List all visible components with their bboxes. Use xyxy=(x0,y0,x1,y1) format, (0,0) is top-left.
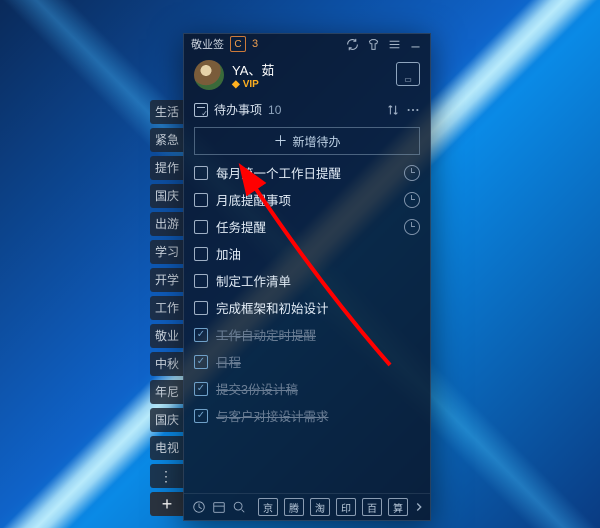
add-todo-label: 新增待办 xyxy=(292,133,340,150)
side-tab[interactable]: 开学 xyxy=(150,268,184,292)
side-tab[interactable]: 敬业 xyxy=(150,324,184,348)
todo-item[interactable]: 月底提醒事项 xyxy=(194,186,426,213)
profile-row: YA、茹 VIP ▭ xyxy=(184,54,430,98)
side-tab-add[interactable]: + xyxy=(150,492,184,516)
side-tab[interactable]: 提作 xyxy=(150,156,184,180)
plus-icon: ＋ xyxy=(273,131,287,151)
sync-icon[interactable] xyxy=(345,37,360,52)
footer-chip[interactable]: 腾 xyxy=(284,498,304,516)
side-tab[interactable]: 工作 xyxy=(150,296,184,320)
todo-item-label: 加油 xyxy=(216,244,241,263)
calendar-list-icon[interactable] xyxy=(212,500,226,514)
footer-chip[interactable]: 京 xyxy=(258,498,278,516)
side-tab[interactable]: 国庆 xyxy=(150,408,184,432)
menu-icon[interactable] xyxy=(387,37,402,52)
footer-chip[interactable]: 淘 xyxy=(310,498,330,516)
todo-list: 每月第一个工作日提醒月底提醒事项任务提醒加油制定工作清单完成框架和初始设计工作自… xyxy=(184,159,430,493)
minimize-icon[interactable] xyxy=(408,37,423,52)
section-count: 10 xyxy=(268,103,281,117)
sort-icon[interactable] xyxy=(386,103,400,117)
more-icon[interactable] xyxy=(406,103,420,117)
side-tab-more[interactable]: ⋮ xyxy=(150,464,184,488)
background-sidebar: 生活 紧急 提作 国庆 出游 学习 开学 工作 敬业 中秋 年尼 国庆 电视 ⋮… xyxy=(150,100,184,516)
history-icon[interactable] xyxy=(192,500,206,514)
vip-badge: VIP xyxy=(232,79,274,90)
todo-item[interactable]: 每月第一个工作日提醒 xyxy=(194,159,426,186)
avatar[interactable] xyxy=(194,60,224,90)
skin-icon[interactable] xyxy=(366,37,381,52)
todo-item[interactable]: 提交3份设计稿 xyxy=(194,375,426,402)
side-tab[interactable]: 出游 xyxy=(150,212,184,236)
todo-item-label: 任务提醒 xyxy=(216,217,266,236)
todo-item[interactable]: 加油 xyxy=(194,240,426,267)
todo-section-icon xyxy=(194,103,208,117)
todo-item[interactable]: 任务提醒 xyxy=(194,213,426,240)
app-window: 敬业签 C 3 YA、茹 VIP ▭ 待办事项 10 ＋ 新增待办 每月第一个工… xyxy=(183,33,431,521)
todo-item-label: 每月第一个工作日提醒 xyxy=(216,163,341,182)
reminder-clock-icon[interactable] xyxy=(404,219,420,235)
footer-chip[interactable]: 印 xyxy=(336,498,356,516)
add-todo-button[interactable]: ＋ 新增待办 xyxy=(194,127,420,155)
todo-item-label: 完成框架和初始设计 xyxy=(216,298,329,317)
checkbox-icon[interactable] xyxy=(194,193,208,207)
notification-badge-icon[interactable]: C xyxy=(230,36,246,52)
side-tab[interactable]: 学习 xyxy=(150,240,184,264)
todo-item[interactable]: 日程 xyxy=(194,348,426,375)
checkbox-icon[interactable] xyxy=(194,301,208,315)
side-tab[interactable]: 中秋 xyxy=(150,352,184,376)
notification-count: 3 xyxy=(252,38,258,50)
todo-item-label: 工作自动定时提醒 xyxy=(216,325,316,344)
titlebar: 敬业签 C 3 xyxy=(184,34,430,54)
checkbox-icon[interactable] xyxy=(194,166,208,180)
todo-item-label: 制定工作清单 xyxy=(216,271,291,290)
checkbox-icon[interactable] xyxy=(194,247,208,261)
todo-item-label: 与客户对接设计需求 xyxy=(216,406,329,425)
reminder-clock-icon[interactable] xyxy=(404,165,420,181)
footer-bar: 京 腾 淘 印 百 算 xyxy=(184,493,430,520)
profile-name: YA、茹 xyxy=(232,60,274,79)
side-tab[interactable]: 紧急 xyxy=(150,128,184,152)
checkbox-icon[interactable] xyxy=(194,220,208,234)
section-title: 待办事项 xyxy=(214,101,262,118)
todo-item[interactable]: 制定工作清单 xyxy=(194,267,426,294)
chevron-right-icon[interactable] xyxy=(414,500,424,514)
todo-item-label: 日程 xyxy=(216,352,241,371)
todo-item-label: 月底提醒事项 xyxy=(216,190,291,209)
footer-chip[interactable]: 百 xyxy=(362,498,382,516)
side-tab[interactable]: 国庆 xyxy=(150,184,184,208)
footer-chip[interactable]: 算 xyxy=(388,498,408,516)
todo-item[interactable]: 完成框架和初始设计 xyxy=(194,294,426,321)
section-header: 待办事项 10 xyxy=(184,98,430,121)
side-tab[interactable]: 生活 xyxy=(150,100,184,124)
checkbox-icon[interactable] xyxy=(194,355,208,369)
reminder-clock-icon[interactable] xyxy=(404,192,420,208)
checkbox-icon[interactable] xyxy=(194,328,208,342)
side-tab[interactable]: 电视 xyxy=(150,436,184,460)
checkbox-icon[interactable] xyxy=(194,274,208,288)
todo-item-label: 提交3份设计稿 xyxy=(216,379,298,398)
todo-item[interactable]: 与客户对接设计需求 xyxy=(194,402,426,429)
calendar-icon[interactable]: ▭ xyxy=(396,62,420,86)
checkbox-icon[interactable] xyxy=(194,382,208,396)
search-icon[interactable] xyxy=(232,500,246,514)
checkbox-icon[interactable] xyxy=(194,409,208,423)
todo-item[interactable]: 工作自动定时提醒 xyxy=(194,321,426,348)
side-tab[interactable]: 年尼 xyxy=(150,380,184,404)
app-name: 敬业签 xyxy=(191,36,224,52)
